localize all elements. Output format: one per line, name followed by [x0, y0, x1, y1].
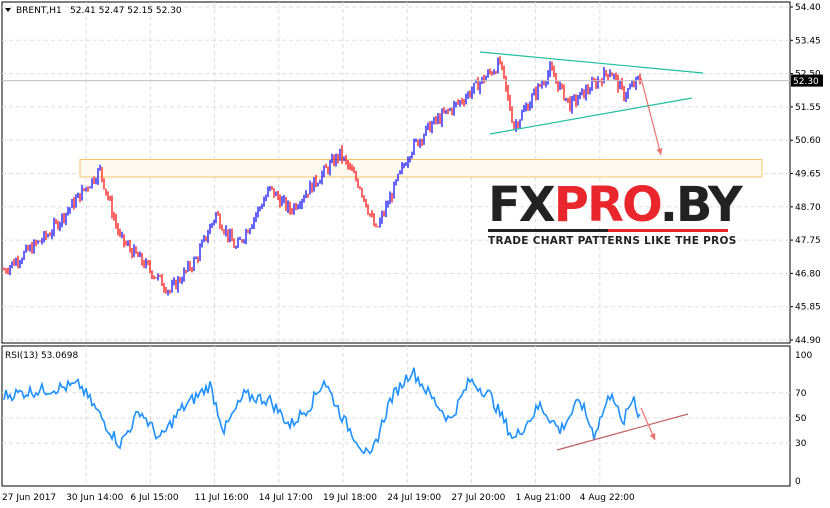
- time-tick-label: 27 Jun 2017: [2, 493, 56, 503]
- time-tick-label: 30 Jun 14:00: [66, 493, 123, 503]
- price-tick-label: 48.70: [795, 203, 821, 213]
- time-tick-label: 19 Jul 18:00: [323, 493, 377, 503]
- chart-window: 54.40 53.45 52.50 51.55 50.60 49.65 48.70 47.75…: [0, 0, 830, 508]
- rsi-line: [3, 367, 641, 455]
- price-tick-label: 50.60: [795, 136, 821, 146]
- rsi-tick-label: 100: [795, 351, 812, 361]
- fxpro-logo: FXPRO.BY TRADE CHART PATTERNS LIKE THE P…: [488, 181, 743, 247]
- rsi-tick-label: 0: [795, 477, 801, 487]
- price-tick-label: 49.65: [795, 170, 821, 180]
- time-tick-label: 6 Jul 15:00: [130, 493, 179, 503]
- triangle-lower-line: [489, 97, 693, 135]
- time-tick-label: 4 Aug 22:00: [580, 493, 635, 503]
- logo-text: FX: [488, 177, 556, 233]
- rsi-trend-line: [556, 413, 689, 451]
- price-down-arrow: [640, 77, 662, 156]
- price-tick-label: 54.40: [795, 3, 821, 13]
- time-tick-label: 1 Aug 21:00: [516, 493, 571, 503]
- chart-canvas[interactable]: 54.4053.4552.5051.5550.6049.6548.7047.75…: [0, 0, 830, 508]
- price-tick-label: 45.85: [795, 303, 821, 313]
- price-tick-label: 51.55: [795, 103, 821, 113]
- time-tick-label: 27 Jul 20:00: [451, 493, 505, 503]
- price-down-arrow-head: [656, 148, 663, 155]
- time-tick-label: 11 Jul 16:00: [195, 493, 249, 503]
- price-tick-label: 46.80: [795, 269, 821, 279]
- price-tick-label: 44.90: [795, 336, 821, 346]
- ohlc-values: 52.41 52.47 52.15 52.30: [70, 6, 182, 16]
- rsi-tick-label: 70: [795, 389, 807, 399]
- rsi-tick-label: 50: [795, 414, 807, 424]
- price-tick-label: 53.45: [795, 36, 821, 46]
- current-price-label: 52.30: [793, 77, 819, 87]
- logo-tagline: TRADE CHART PATTERNS LIKE THE PROS: [488, 235, 737, 247]
- time-tick-label: 14 Jul 17:00: [259, 493, 313, 503]
- price-tick-label: 47.75: [795, 236, 821, 246]
- rsi-label: RSI(13) 53.0698: [5, 351, 78, 361]
- rsi-panel: [1, 345, 791, 487]
- logo-text: PRO: [553, 177, 662, 233]
- time-tick-label: 24 Jul 19:00: [387, 493, 441, 503]
- dropdown-triangle-icon: [5, 8, 11, 12]
- logo-text: .BY: [659, 177, 743, 233]
- rsi-tick-label: 30: [795, 439, 807, 449]
- triangle-upper-line: [479, 51, 704, 74]
- support-zone: [79, 158, 763, 178]
- symbol-label: BRENT,H1: [16, 6, 62, 16]
